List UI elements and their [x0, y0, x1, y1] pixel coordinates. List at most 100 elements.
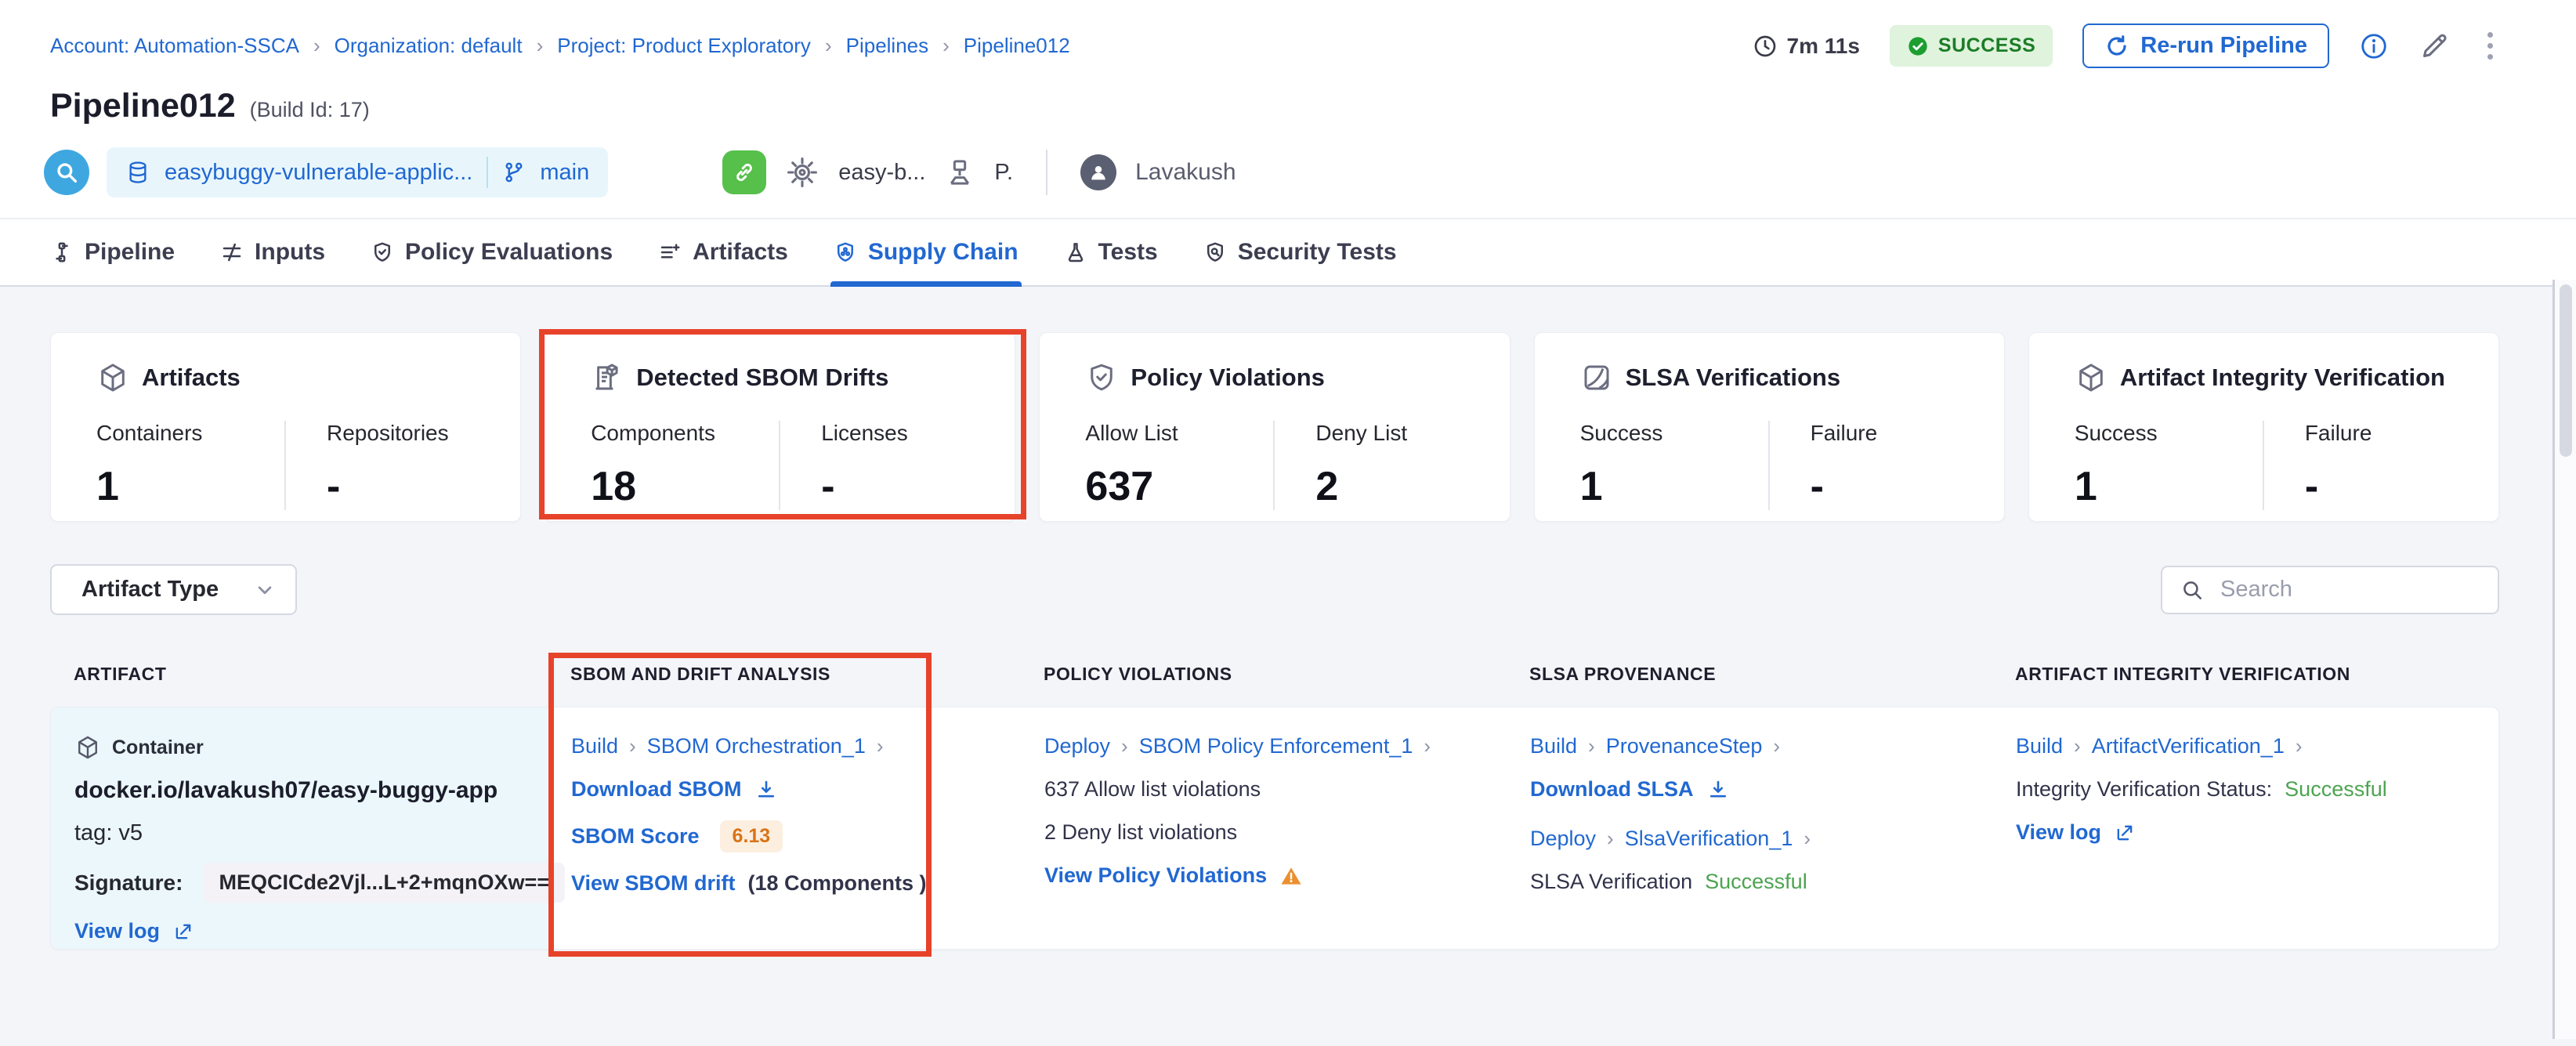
- tab-policy-evaluations[interactable]: Policy Evaluations: [371, 219, 613, 285]
- branch-name[interactable]: main: [540, 160, 589, 186]
- stat-value: 637: [1085, 463, 1273, 510]
- stat-label: Success: [2075, 421, 2263, 446]
- stage-link[interactable]: Build: [571, 734, 618, 758]
- summary-cards: Artifacts Containers1 Repositories- Dete…: [50, 332, 2499, 522]
- chevron-right-icon: ›: [1121, 734, 1128, 758]
- artifact-cell: Container docker.io/lavakush07/easy-bugg…: [51, 708, 548, 949]
- supply-chain-content: Artifacts Containers1 Repositories- Dete…: [0, 287, 2576, 1046]
- git-branch-icon: [502, 161, 526, 184]
- vertical-scrollbar[interactable]: [2552, 280, 2576, 1039]
- stat-label: Deny List: [1315, 421, 1503, 446]
- stage-link[interactable]: Build: [1530, 734, 1577, 758]
- tab-pipeline[interactable]: Pipeline: [50, 219, 175, 285]
- breadcrumb-project[interactable]: Project: Product Exploratory: [557, 34, 811, 58]
- tab-supply-chain[interactable]: Supply Chain: [834, 219, 1018, 285]
- security-shield-icon: [1203, 241, 1227, 264]
- step-link[interactable]: SBOM Orchestration_1: [647, 734, 866, 758]
- tab-tests[interactable]: Tests: [1064, 219, 1158, 285]
- view-log-link[interactable]: View log: [2016, 820, 2101, 845]
- breadcrumb-organization[interactable]: Organization: default: [335, 34, 523, 58]
- signature-value[interactable]: MEQCICde2Vjl...L+2+mqnOXw==: [203, 863, 565, 903]
- integrity-status-label: Integrity Verification Status:: [2016, 777, 2272, 802]
- drift-components-count: (18 Components ): [748, 871, 927, 896]
- delegate-icon: [944, 157, 975, 188]
- stat-value: 1: [1580, 463, 1768, 510]
- edit-pencil-icon[interactable]: [2419, 31, 2450, 62]
- external-link-icon: [172, 921, 194, 943]
- divider: [1046, 150, 1047, 195]
- search-box: [2161, 566, 2499, 614]
- allow-list-violations: 637 Allow list violations: [1044, 777, 1491, 802]
- stat-value: 2: [1315, 463, 1503, 510]
- external-link-icon: [2114, 822, 2136, 844]
- stat-value: -: [327, 463, 515, 510]
- filter-row: Artifact Type: [50, 564, 2499, 615]
- card-title: Artifact Integrity Verification: [2120, 364, 2445, 392]
- card-artifacts: Artifacts Containers1 Repositories-: [50, 332, 521, 522]
- stage-link[interactable]: Deploy: [1530, 827, 1596, 851]
- artifact-integrity-cell: Build › ArtifactVerification_1 › Integri…: [1992, 708, 2498, 949]
- username: Lavakush: [1135, 159, 1236, 186]
- view-policy-violations-link[interactable]: View Policy Violations: [1044, 863, 1267, 888]
- step-link[interactable]: ProvenanceStep: [1606, 734, 1763, 758]
- step-link[interactable]: SlsaVerification_1: [1625, 827, 1793, 851]
- stat-value: 1: [2075, 463, 2263, 510]
- search-input[interactable]: [2220, 577, 2480, 603]
- sbom-document-icon: [591, 361, 624, 394]
- column-header-sbom: SBOM AND DRIFT ANALYSIS: [547, 664, 1020, 685]
- inputs-icon: [220, 241, 244, 264]
- chevron-right-icon: ›: [825, 34, 832, 58]
- info-icon[interactable]: [2359, 31, 2389, 61]
- artifact-image-name: docker.io/lavakush07/easy-buggy-app: [74, 777, 532, 804]
- artifact-type-select[interactable]: Artifact Type: [50, 564, 297, 615]
- view-sbom-drift-link[interactable]: View SBOM drift: [571, 871, 736, 896]
- signature-label: Signature:: [74, 870, 183, 896]
- breadcrumb-account[interactable]: Account: Automation-SSCA: [50, 34, 299, 58]
- stat-label: Allow List: [1085, 421, 1273, 446]
- download-slsa-link[interactable]: Download SLSA: [1530, 777, 1694, 802]
- stat-label: Failure: [2305, 421, 2493, 446]
- stage-link[interactable]: Build: [2016, 734, 2063, 758]
- tab-artifacts[interactable]: Artifacts: [658, 219, 788, 285]
- breadcrumb-pipelines[interactable]: Pipelines: [846, 34, 929, 58]
- execution-duration: 7m 11s: [1753, 34, 1860, 59]
- environment-label: P.: [994, 160, 1013, 186]
- tab-inputs[interactable]: Inputs: [220, 219, 325, 285]
- stage-link[interactable]: Deploy: [1044, 734, 1110, 758]
- stat-label: Failure: [1811, 421, 1999, 446]
- pipeline-execution-page: Account: Automation-SSCA › Organization:…: [0, 0, 2576, 1039]
- webhook-trigger-icon: [44, 150, 89, 195]
- divider: [1768, 421, 1770, 510]
- divider: [2263, 421, 2264, 510]
- download-sbom-link[interactable]: Download SBOM: [571, 777, 742, 802]
- flask-icon: [1064, 241, 1087, 264]
- table-row: Container docker.io/lavakush07/easy-bugg…: [50, 707, 2499, 950]
- shield-check-icon: [371, 241, 394, 264]
- card-title: SLSA Verifications: [1626, 364, 1841, 392]
- sbom-score-link[interactable]: SBOM Score: [571, 824, 700, 849]
- page-title: Pipeline012: [50, 87, 236, 125]
- chevron-right-icon: ›: [313, 34, 320, 58]
- more-options-icon[interactable]: [2480, 27, 2501, 64]
- chevron-right-icon: ›: [1773, 734, 1780, 758]
- link-icon: [722, 150, 766, 194]
- chevron-right-icon: ›: [942, 34, 950, 58]
- scrollbar-thumb[interactable]: [2560, 284, 2572, 457]
- stat-label: Licenses: [821, 421, 1009, 446]
- card-title: Policy Violations: [1131, 364, 1325, 392]
- view-log-link[interactable]: View log: [74, 919, 160, 943]
- stat-value: -: [2305, 463, 2493, 510]
- rerun-pipeline-button[interactable]: Re-run Pipeline: [2082, 24, 2329, 68]
- chevron-right-icon: ›: [629, 734, 636, 758]
- column-header-slsa-provenance: SLSA PROVENANCE: [1506, 664, 1992, 685]
- chevron-right-icon: ›: [2296, 734, 2303, 758]
- repo-name[interactable]: easybuggy-vulnerable-applic...: [165, 160, 472, 186]
- repo-branch-pill[interactable]: easybuggy-vulnerable-applic... main: [107, 147, 608, 197]
- step-link[interactable]: ArtifactVerification_1: [2092, 734, 2285, 758]
- tab-security-tests[interactable]: Security Tests: [1203, 219, 1397, 285]
- card-slsa-verifications: SLSA Verifications Success1 Failure-: [1534, 332, 2005, 522]
- step-link[interactable]: SBOM Policy Enforcement_1: [1139, 734, 1413, 758]
- chevron-right-icon: ›: [1588, 734, 1595, 758]
- tab-bar: Pipeline Inputs Policy Evaluations Artif…: [0, 218, 2576, 287]
- column-header-policy-violations: POLICY VIOLATIONS: [1020, 664, 1506, 685]
